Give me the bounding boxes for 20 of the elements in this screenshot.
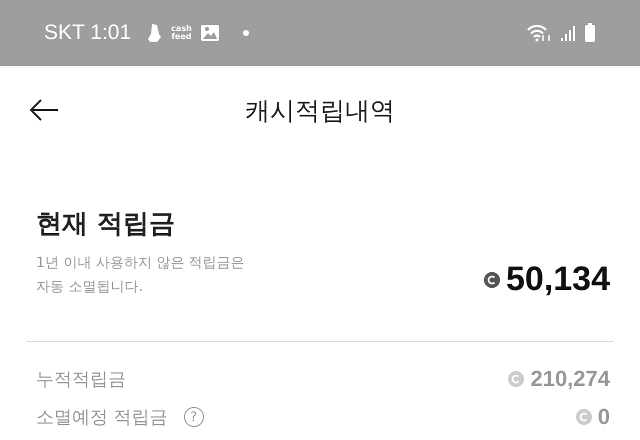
battery-icon — [584, 23, 596, 43]
coin-icon — [576, 409, 592, 425]
carrier-time: SKT 1:01 — [44, 21, 132, 45]
row-label: 누적적립금 — [36, 368, 126, 391]
row-label: 소멸예정 적립금 — [36, 406, 168, 429]
row-amount: 0 — [598, 404, 610, 430]
expiry-note: 1년 이내 사용하지 않은 적립금은 자동 소멸됩니다. — [36, 254, 246, 297]
signal-icon — [560, 24, 576, 42]
row-amount: 210,274 — [530, 366, 610, 392]
current-balance-amount: 50,134 — [506, 260, 610, 299]
coin-icon — [508, 371, 524, 387]
help-icon[interactable]: ? — [184, 407, 204, 427]
coin-icon — [484, 272, 500, 288]
notification-dot-icon — [242, 29, 250, 37]
page-title: 캐시적립내역 — [245, 94, 395, 126]
app-name-label: cash feed — [171, 25, 192, 41]
wifi-icon — [526, 23, 552, 43]
current-balance-title: 현재 적립금 — [36, 208, 176, 241]
back-arrow-icon[interactable] — [28, 98, 60, 122]
image-icon — [200, 24, 220, 42]
